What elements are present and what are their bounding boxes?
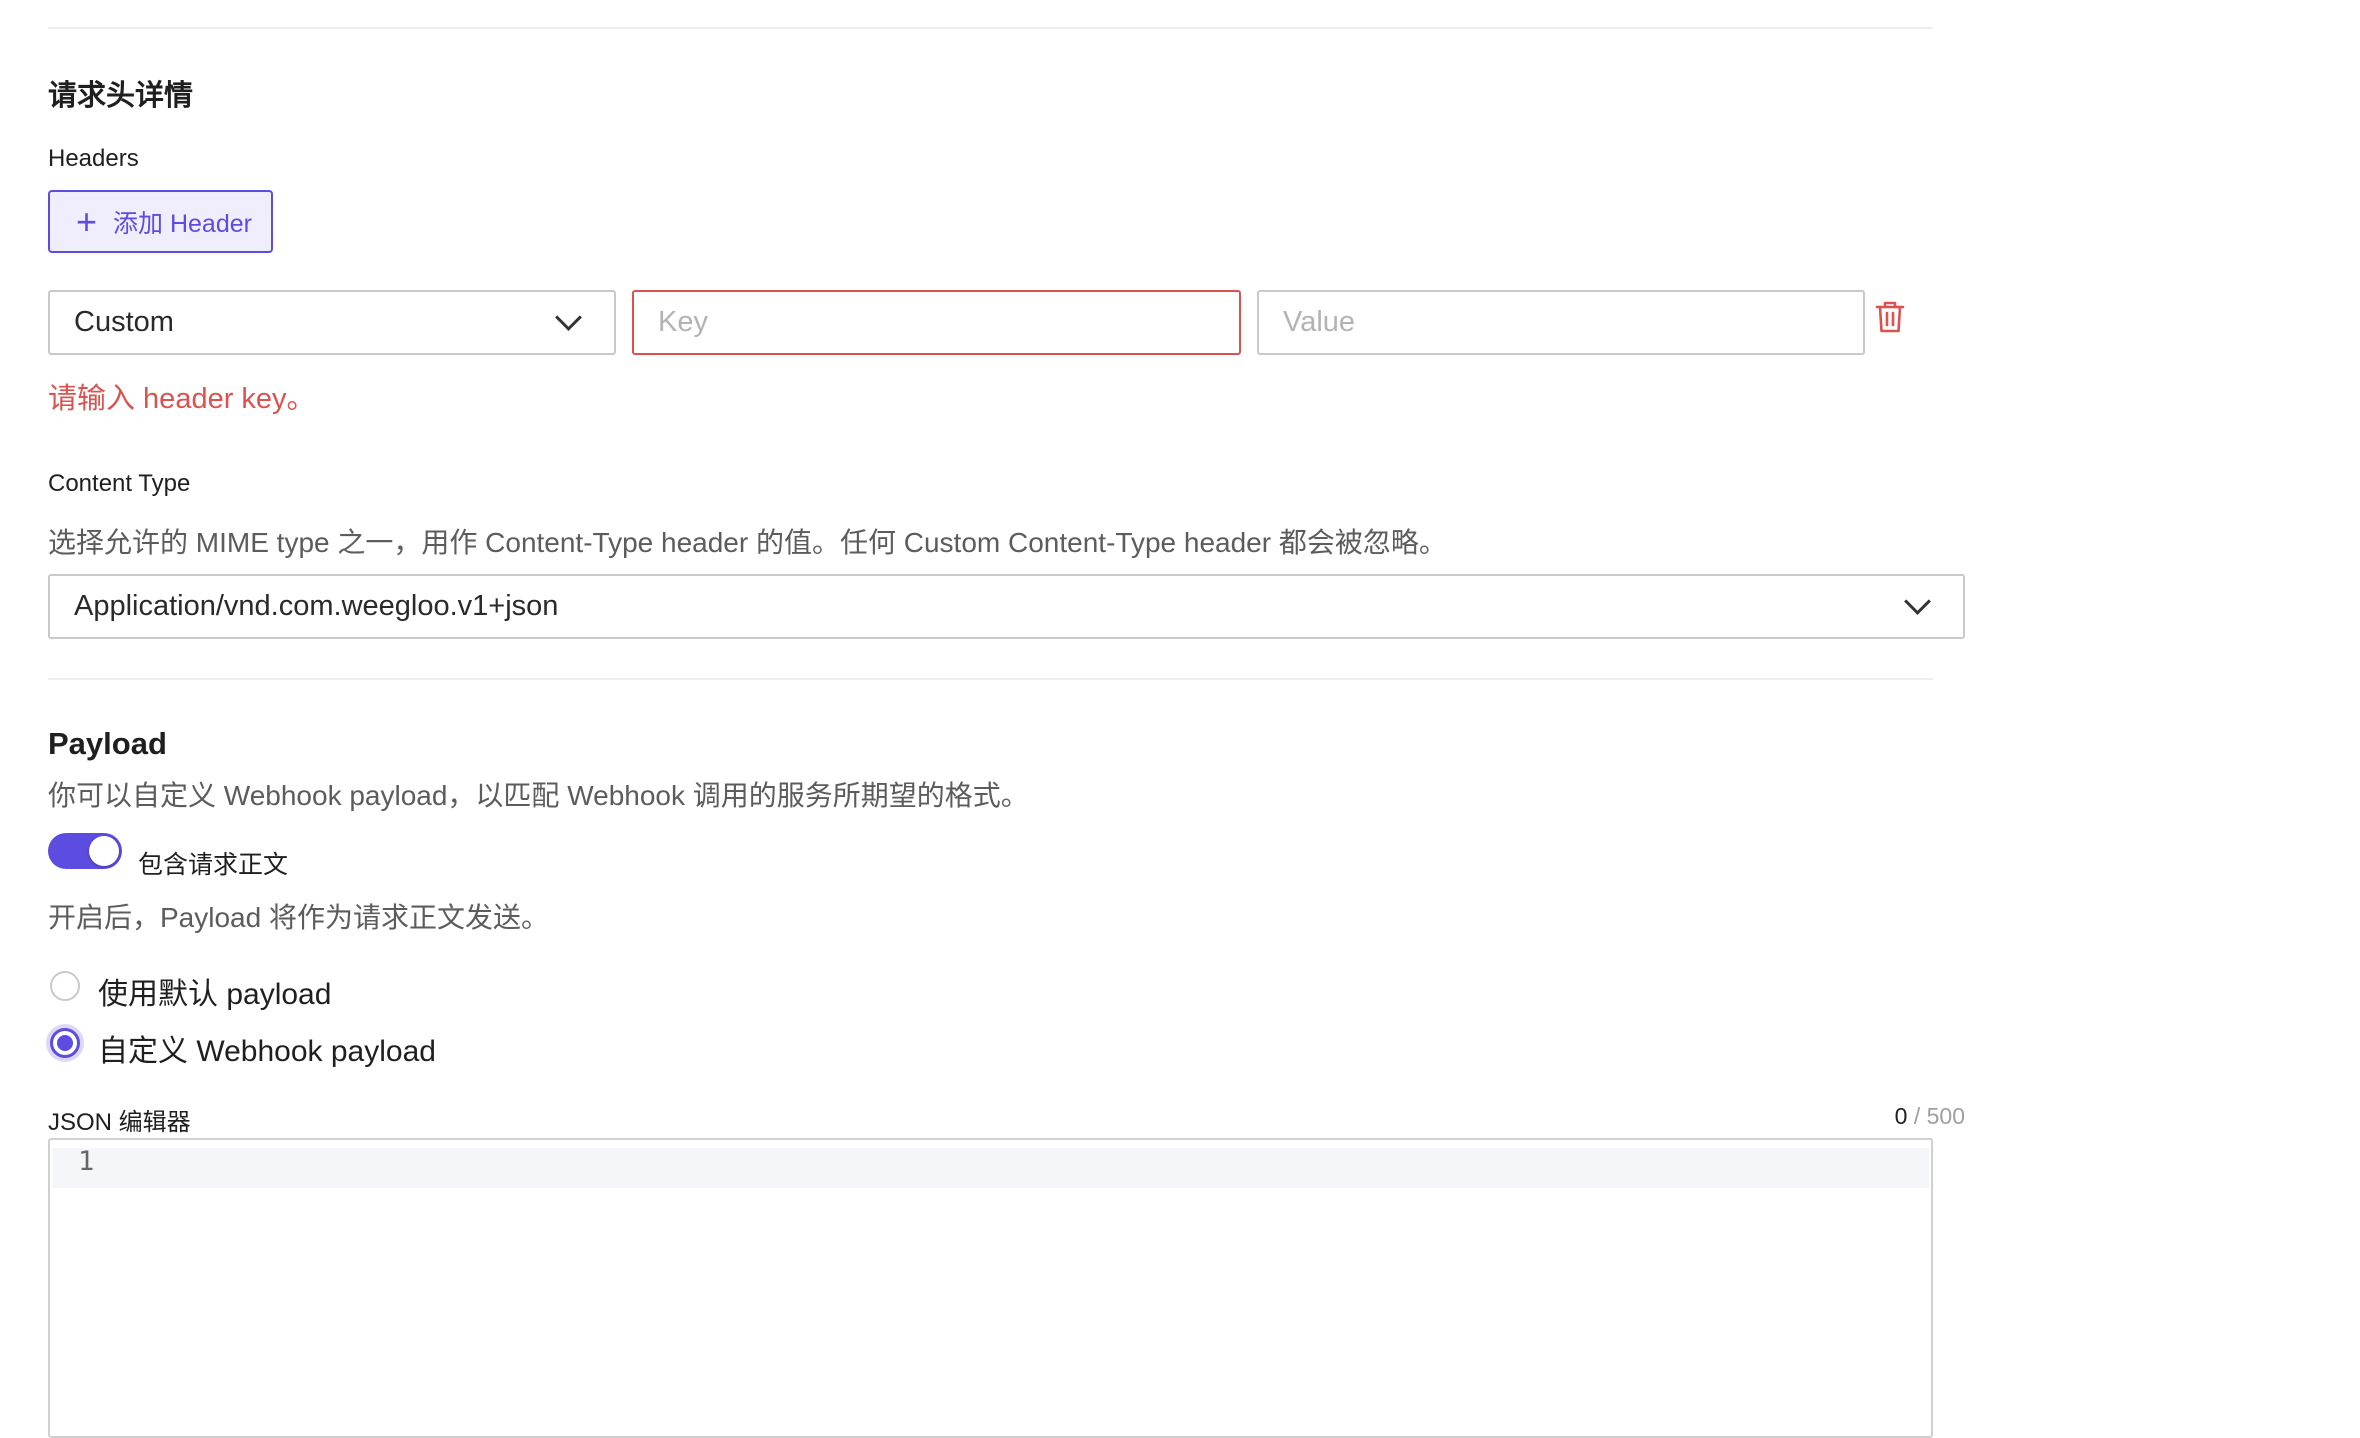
chevron-down-icon: [555, 304, 582, 331]
header-key-field[interactable]: [634, 292, 1239, 353]
content-type-value: Application/vnd.com.weegloo.v1+json: [74, 590, 559, 622]
line-number: 1: [78, 1146, 95, 1177]
toggle-knob: [89, 836, 119, 866]
radio-default-label[interactable]: 使用默认 payload: [98, 969, 331, 1013]
add-header-button[interactable]: + 添加 Header: [48, 190, 273, 253]
header-value-field[interactable]: [1259, 292, 1863, 353]
json-editor-label: JSON 编辑器: [48, 1109, 191, 1136]
chevron-down-icon: [1904, 588, 1931, 615]
char-count: 0: [1894, 1103, 1908, 1129]
include-body-help: 开启后，Payload 将作为请求正文发送。: [48, 902, 549, 933]
json-editor[interactable]: 1: [48, 1138, 1933, 1438]
section-divider: [48, 678, 1933, 680]
top-divider: [48, 27, 1933, 29]
radio-custom-payload[interactable]: [50, 1028, 80, 1058]
payload-description: 你可以自定义 Webhook payload，以匹配 Webhook 调用的服务…: [48, 780, 1029, 811]
radio-default-payload[interactable]: [50, 971, 80, 1001]
content-type-select[interactable]: Application/vnd.com.weegloo.v1+json: [48, 574, 1965, 639]
add-header-label: 添加 Header: [113, 209, 252, 238]
include-body-toggle[interactable]: [48, 833, 122, 869]
include-body-label: 包含请求正文: [138, 851, 289, 879]
header-key-input[interactable]: [632, 290, 1241, 355]
plus-icon: +: [76, 200, 98, 242]
trash-icon[interactable]: [1875, 300, 1905, 334]
char-max: / 500: [1913, 1103, 1965, 1129]
payload-title: Payload: [48, 726, 167, 761]
radio-custom-label[interactable]: 自定义 Webhook payload: [98, 1026, 436, 1070]
editor-active-line: [52, 1148, 1929, 1188]
headers-label: Headers: [48, 145, 139, 172]
header-key-error: 请输入 header key。: [48, 383, 316, 415]
header-type-value: Custom: [74, 306, 174, 338]
header-type-select[interactable]: Custom: [48, 290, 616, 355]
headers-section-title: 请求头详情: [48, 80, 194, 112]
char-counter: 0 / 500: [1895, 1103, 1965, 1130]
content-type-label: Content Type: [48, 470, 191, 497]
header-value-input[interactable]: [1257, 290, 1865, 355]
content-type-description: 选择允许的 MIME type 之一，用作 Content-Type heade…: [48, 527, 1447, 558]
